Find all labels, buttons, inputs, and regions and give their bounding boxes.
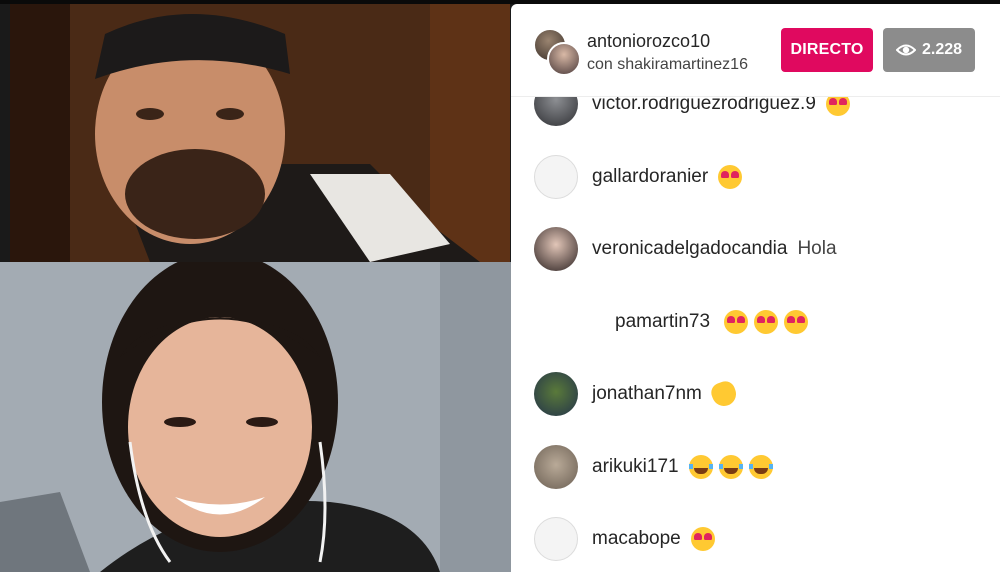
host-avatars[interactable]	[533, 28, 581, 76]
heart-eyes-emoji-icon	[784, 310, 809, 334]
comment-item: macabope	[534, 517, 715, 561]
guest-line[interactable]: con shakiramartinez16	[587, 56, 748, 74]
heart-eyes-emoji-icon	[724, 310, 749, 334]
comment-avatar[interactable]	[534, 517, 578, 561]
heart-eyes-emoji-icon	[825, 97, 850, 116]
tears-of-joy-emoji-icon	[688, 455, 713, 479]
viewer-count-button[interactable]: 2.228	[883, 28, 975, 72]
host-video-feed	[10, 4, 510, 262]
clapping-hands-emoji-icon	[708, 378, 740, 410]
comment-username[interactable]: arikuki171	[592, 456, 679, 478]
heart-eyes-emoji-icon	[690, 527, 715, 551]
comment-item: pamartin73	[592, 300, 809, 344]
guest-avatar[interactable]	[547, 42, 581, 76]
comment-avatar[interactable]	[534, 372, 578, 416]
comment-avatar[interactable]	[534, 445, 578, 489]
comment-item: jonathan7nm	[534, 372, 740, 416]
comment-item: victor.rodriguezrodriguez.9	[534, 97, 850, 126]
comment-username[interactable]: pamartin73	[615, 311, 710, 333]
live-stream-window: antoniorozco10 con shakiramartinez16 DIR…	[0, 0, 1000, 572]
comment-username[interactable]: macabope	[592, 528, 681, 550]
comment-username[interactable]: victor.rodriguezrodriguez.9	[592, 97, 816, 115]
heart-eyes-emoji-icon	[754, 310, 779, 334]
comment-username[interactable]: jonathan7nm	[592, 383, 702, 405]
eye-icon	[895, 44, 916, 56]
comment-avatar[interactable]	[534, 155, 578, 199]
comment-item: arikuki171	[534, 445, 773, 489]
comment-text: Hola	[797, 238, 837, 259]
host-video-image	[10, 4, 510, 262]
comment-avatar[interactable]	[534, 97, 578, 126]
comment-item: veronicadelgadocandia Hola	[534, 227, 837, 271]
tears-of-joy-emoji-icon	[748, 455, 773, 479]
comment-username[interactable]: veronicadelgadocandia	[592, 238, 787, 260]
live-header: antoniorozco10 con shakiramartinez16 DIR…	[511, 4, 1000, 97]
comment-avatar[interactable]	[534, 227, 578, 271]
guest-video-image	[0, 262, 511, 572]
host-username[interactable]: antoniorozco10	[587, 31, 710, 52]
live-side-panel: antoniorozco10 con shakiramartinez16 DIR…	[511, 4, 1000, 572]
guest-video-feed	[0, 262, 511, 572]
comment-item: gallardoranier	[534, 155, 743, 199]
tears-of-joy-emoji-icon	[718, 455, 743, 479]
comments-list[interactable]: victor.rodriguezrodriguez.9 gallardorani…	[511, 97, 1000, 572]
heart-eyes-emoji-icon	[718, 165, 743, 189]
comment-username[interactable]: gallardoranier	[592, 166, 708, 188]
viewer-count: 2.228	[921, 41, 963, 58]
live-badge: DIRECTO	[781, 28, 873, 72]
